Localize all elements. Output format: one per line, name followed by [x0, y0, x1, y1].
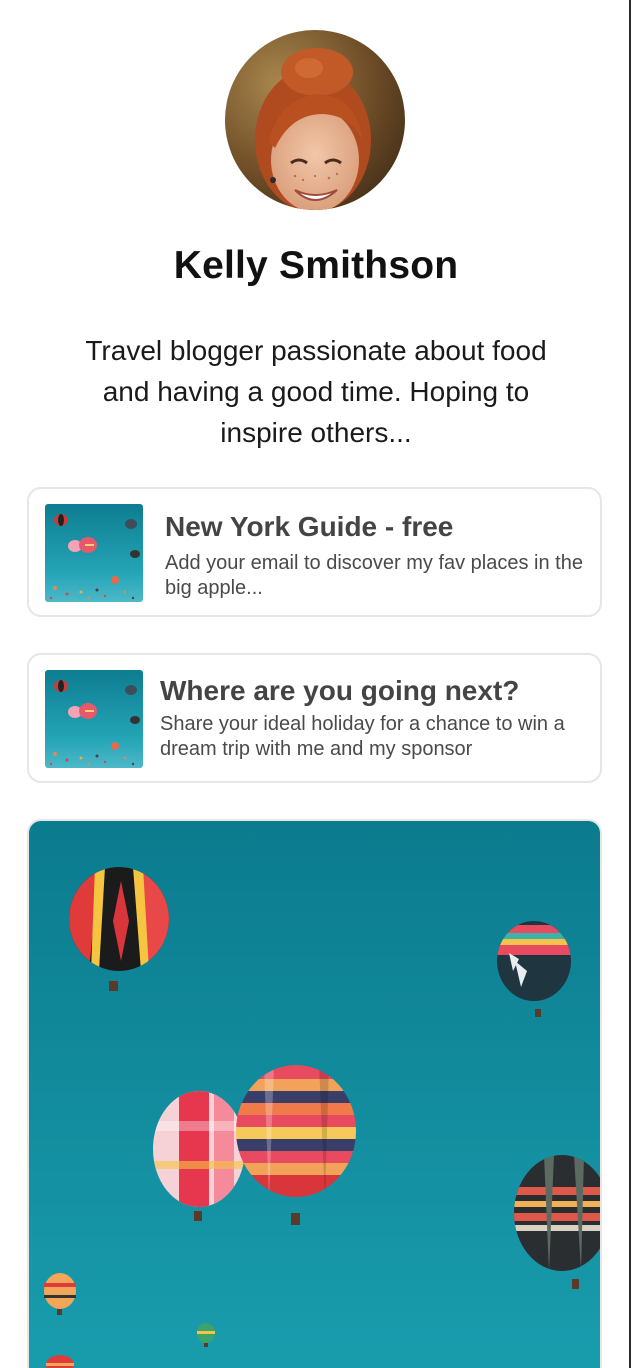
avatar [225, 30, 405, 210]
featured-image-card[interactable] [27, 819, 602, 1368]
link-card-new-york-guide[interactable]: New York Guide - free Add your email to … [27, 487, 602, 617]
link-title: New York Guide - free [165, 511, 454, 542]
link-subtitle: Share your ideal holiday for a chance to… [160, 713, 565, 760]
hot-air-balloons-thumbnail-icon [45, 504, 143, 602]
hot-air-balloons-photo-icon [29, 821, 600, 1368]
window-edge-divider [629, 0, 631, 1368]
link-card-where-next[interactable]: Where are you going next? Share your ide… [27, 653, 602, 783]
avatar-photo-icon [225, 30, 405, 210]
link-subtitle: Add your email to discover my fav places… [165, 552, 583, 599]
hot-air-balloons-thumbnail-icon [45, 670, 143, 768]
profile-page: Kelly Smithson Travel blogger passionate… [0, 0, 632, 1368]
profile-name: Kelly Smithson [173, 244, 459, 287]
profile-bio: Travel blogger passionate about food and… [85, 335, 547, 448]
link-title: Where are you going next? [160, 675, 520, 706]
